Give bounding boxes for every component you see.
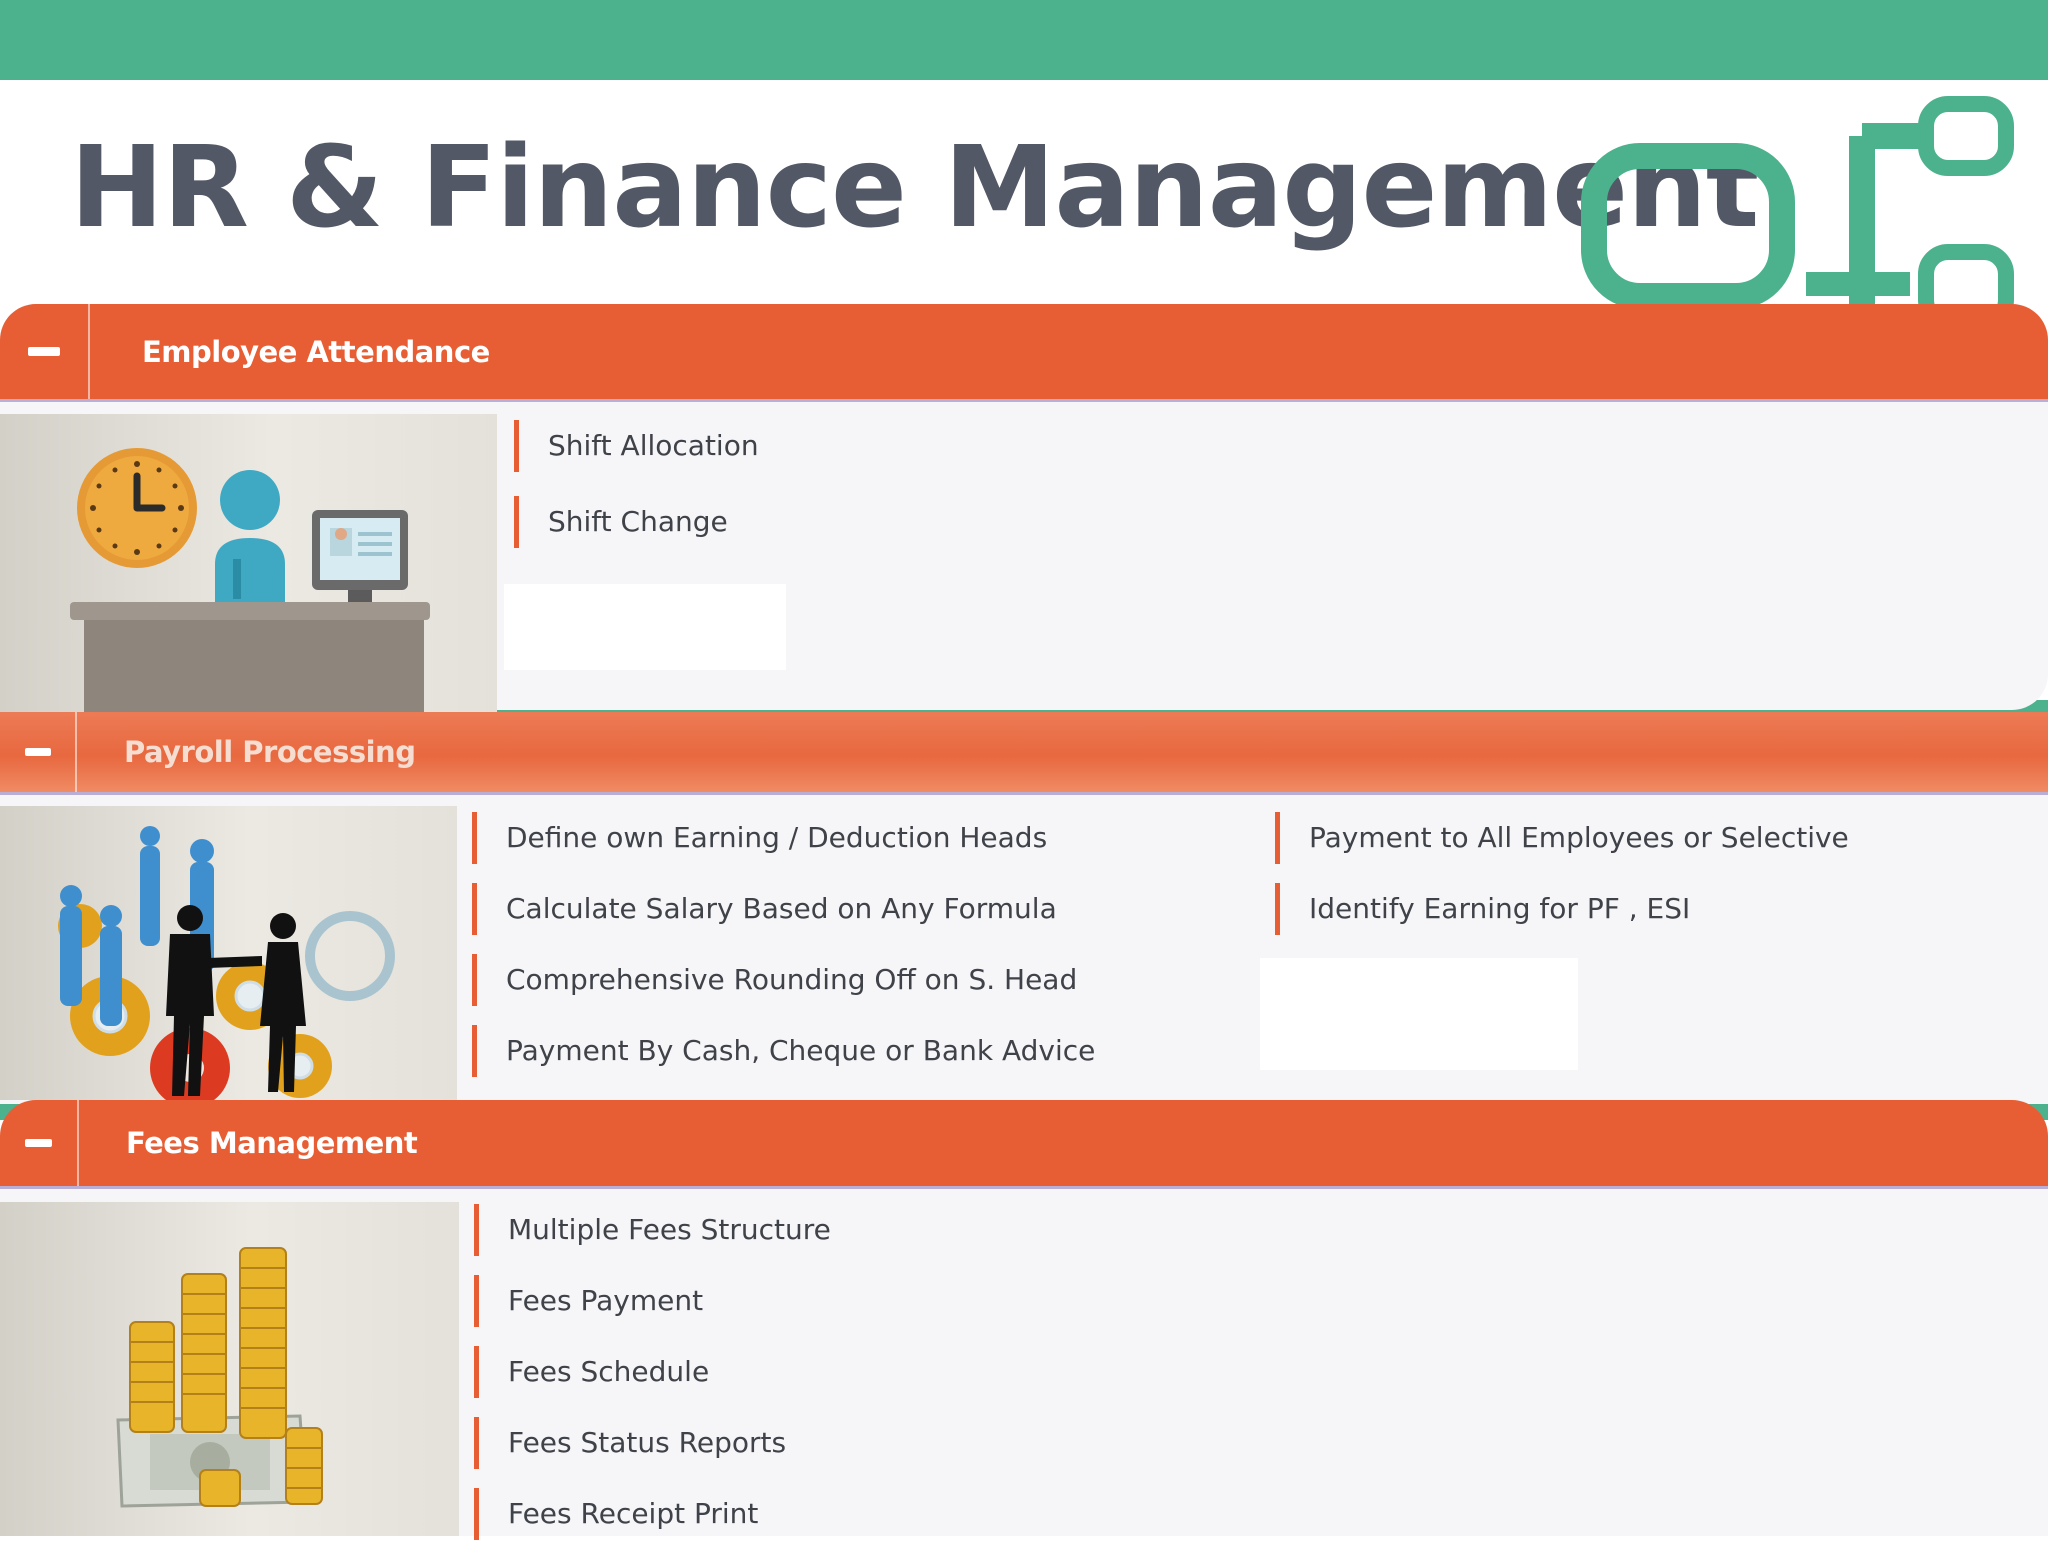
section-header[interactable]: Employee Attendance <box>0 304 2048 402</box>
minus-icon <box>24 748 51 756</box>
minus-icon <box>25 1139 52 1147</box>
top-band <box>0 0 2048 80</box>
section-payroll-processing: Payroll Processing Define own Earning / … <box>0 712 2048 1104</box>
attendance-illustration <box>0 414 497 714</box>
brand-logo-icon <box>1581 96 2014 312</box>
list-item: Fees Schedule <box>474 1344 709 1400</box>
section-title: Payroll Processing <box>124 735 416 769</box>
minus-icon <box>28 347 60 356</box>
section-fees-management: Fees Management Multiple Fees Structure … <box>0 1100 2048 1540</box>
section-header[interactable]: Payroll Processing <box>0 712 2048 795</box>
clock-desk-computer-icon <box>70 448 430 714</box>
list-item: Define own Earning / Deduction Heads <box>472 810 1047 866</box>
list-item: Payment By Cash, Cheque or Bank Advice <box>472 1023 1095 1079</box>
section-header[interactable]: Fees Management <box>0 1100 2048 1189</box>
blank-area <box>1260 958 1578 1070</box>
list-item: Calculate Salary Based on Any Formula <box>472 881 1057 937</box>
list-item: Multiple Fees Structure <box>474 1202 831 1258</box>
list-item: Shift Allocation <box>514 418 759 474</box>
fees-illustration <box>0 1202 459 1536</box>
list-item: Identify Earning for PF , ESI <box>1275 881 1690 937</box>
handshake-gears-icon <box>58 826 395 1100</box>
list-item: Payment to All Employees or Selective <box>1275 810 1849 866</box>
coin-stacks-icon <box>116 1247 323 1508</box>
list-item: Fees Receipt Print <box>474 1486 758 1542</box>
collapse-button[interactable] <box>0 304 90 399</box>
section-title: Employee Attendance <box>142 334 490 369</box>
collapse-button[interactable] <box>0 1100 79 1186</box>
section-employee-attendance: Employee Attendance Shift Allocation Shi… <box>0 304 2048 714</box>
list-item: Comprehensive Rounding Off on S. Head <box>472 952 1077 1008</box>
blank-area <box>504 584 786 670</box>
list-item: Fees Payment <box>474 1273 703 1329</box>
collapse-button[interactable] <box>0 712 77 792</box>
section-title: Fees Management <box>126 1126 418 1160</box>
list-item: Fees Status Reports <box>474 1415 786 1471</box>
page-title: HR & Finance Management: <box>70 123 1796 253</box>
payroll-illustration <box>0 806 457 1100</box>
list-item: Shift Change <box>514 494 728 550</box>
